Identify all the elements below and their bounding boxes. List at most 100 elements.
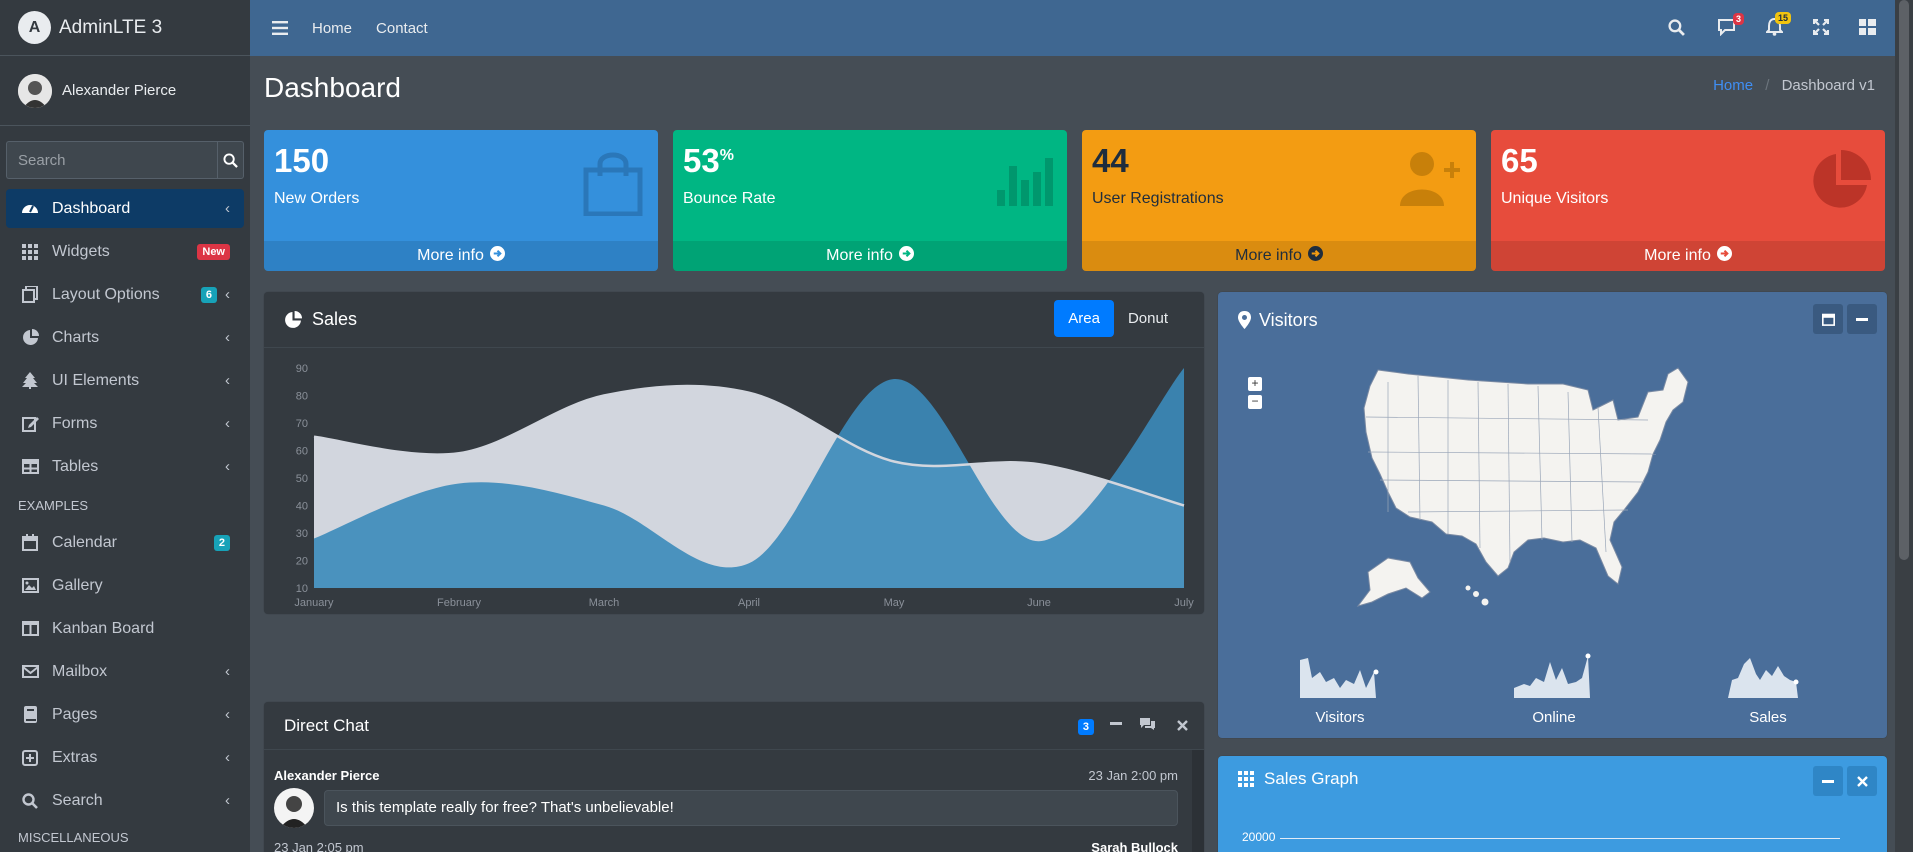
stat-value: 65 bbox=[1501, 142, 1538, 179]
stat-value: 44 bbox=[1092, 142, 1129, 179]
stat-label: Bounce Rate bbox=[683, 190, 776, 207]
nav-link-contact[interactable]: Contact bbox=[376, 20, 428, 37]
breadcrumb-current: Dashboard v1 bbox=[1781, 77, 1875, 94]
card-title: Sales Graph bbox=[1264, 769, 1359, 788]
more-info-link[interactable]: More info bbox=[264, 241, 658, 271]
stat-label: User Registrations bbox=[1092, 190, 1224, 207]
sidebar-item-layout-options[interactable]: Layout Options 6 ‹ bbox=[6, 275, 244, 314]
table-icon bbox=[21, 458, 39, 476]
count-badge: 2 bbox=[213, 534, 230, 551]
sidebar-item-search[interactable]: Search ‹ bbox=[6, 781, 244, 820]
arrow-circle-right-icon bbox=[1307, 246, 1323, 266]
chat-message-text: Is this template really for free? That's… bbox=[324, 790, 1178, 826]
user-panel[interactable]: Alexander Pierce bbox=[0, 56, 250, 126]
tab-donut[interactable]: Donut bbox=[1114, 300, 1182, 337]
sidebar-item-label: Mailbox bbox=[52, 662, 108, 680]
chevron-left-icon: ‹ bbox=[225, 458, 230, 475]
stat-value: 150 bbox=[274, 142, 330, 179]
chevron-left-icon: ‹ bbox=[225, 372, 230, 389]
more-info-link[interactable]: More info bbox=[673, 241, 1067, 271]
sales-area-chart: 10 20 30 40 50 60 70 80 90 January February March Ap… bbox=[294, 363, 1194, 609]
x-tick-label: May bbox=[884, 597, 905, 609]
sales-card: Sales Area Donut 10 20 30 40 50 60 70 80 90 Janua… bbox=[264, 292, 1204, 614]
direct-chat-header: Direct Chat 3 bbox=[264, 702, 1204, 750]
date-range-button[interactable] bbox=[1813, 304, 1843, 334]
user-name: Alexander Pierce bbox=[62, 82, 177, 99]
x-tick-label: July bbox=[1174, 597, 1194, 609]
card-title: Sales bbox=[312, 309, 358, 329]
sidebar-item-kanban-board[interactable]: Kanban Board bbox=[6, 609, 244, 648]
sidebar-search-input[interactable] bbox=[6, 141, 217, 179]
close-button[interactable] bbox=[1847, 766, 1877, 796]
breadcrumb-home-link[interactable]: Home bbox=[1713, 77, 1753, 94]
stat-box-user-registrations: 44 User Registrations More info bbox=[1082, 130, 1476, 271]
chevron-left-icon: ‹ bbox=[225, 706, 230, 723]
tab-area[interactable]: Area bbox=[1054, 300, 1114, 337]
collapse-button[interactable] bbox=[1110, 722, 1122, 725]
y-tick-label: 70 bbox=[296, 418, 308, 430]
sidebar-item-charts[interactable]: Charts ‹ bbox=[6, 318, 244, 357]
chevron-left-icon: ‹ bbox=[225, 415, 230, 432]
sidebar-item-extras[interactable]: Extras ‹ bbox=[6, 738, 244, 777]
sparkline-label: Sales bbox=[1749, 709, 1787, 726]
chevron-left-icon: ‹ bbox=[225, 792, 230, 809]
page-title: Dashboard bbox=[264, 72, 401, 103]
collapse-button[interactable] bbox=[1813, 766, 1843, 796]
sidebar-item-calendar[interactable]: Calendar 2 bbox=[6, 523, 244, 562]
sidebar-item-label: Extras bbox=[52, 748, 98, 766]
y-tick-label: 30 bbox=[296, 528, 308, 540]
stat-label: Unique Visitors bbox=[1501, 190, 1609, 207]
user-plus-icon bbox=[1400, 150, 1462, 211]
sidebar-item-forms[interactable]: Forms ‹ bbox=[6, 404, 244, 443]
sales-graph-header: Sales Graph bbox=[1218, 756, 1887, 802]
x-tick-label: March bbox=[589, 597, 620, 609]
stat-box-unique-visitors: 65 Unique Visitors More info bbox=[1491, 130, 1885, 271]
page-scrollbar[interactable] bbox=[1895, 0, 1913, 852]
sidebar-item-ui-elements[interactable]: UI Elements ‹ bbox=[6, 361, 244, 400]
sidebar-item-pages[interactable]: Pages ‹ bbox=[6, 695, 244, 734]
brand-link[interactable]: A AdminLTE 3 bbox=[0, 0, 250, 56]
book-icon bbox=[21, 706, 39, 724]
more-info-link[interactable]: More info bbox=[1491, 241, 1885, 271]
fullscreen-icon[interactable] bbox=[1812, 18, 1830, 40]
search-icon bbox=[21, 792, 39, 810]
navbar-search-icon[interactable] bbox=[1668, 19, 1685, 41]
arrow-circle-right-icon bbox=[489, 246, 505, 266]
sidebar-item-widgets[interactable]: Widgets New bbox=[6, 232, 244, 271]
y-tick-label: 80 bbox=[296, 391, 308, 403]
sidebar-item-dashboard[interactable]: Dashboard ‹ bbox=[6, 189, 244, 228]
map-marker-icon bbox=[1238, 311, 1251, 329]
sidebar-item-label: Tables bbox=[52, 457, 99, 475]
x-tick-label: January bbox=[294, 597, 334, 609]
sidebar-search-button[interactable] bbox=[217, 141, 244, 179]
sparkline-online bbox=[1514, 650, 1594, 698]
y-tick-label: 90 bbox=[296, 363, 308, 375]
copy-icon bbox=[21, 286, 39, 304]
calendar-icon bbox=[1821, 313, 1835, 326]
sidebar-item-gallery[interactable]: Gallery bbox=[6, 566, 244, 605]
notifications-icon[interactable]: 15 bbox=[1764, 12, 1791, 41]
menu-toggle-icon[interactable] bbox=[272, 21, 288, 35]
chat-scrollbar[interactable] bbox=[1192, 750, 1204, 852]
map-zoom-in-button[interactable]: + bbox=[1248, 377, 1262, 391]
top-navbar: Home Contact 3 15 bbox=[250, 0, 1895, 56]
more-info-link[interactable]: More info bbox=[1082, 241, 1476, 271]
messages-icon[interactable]: 3 bbox=[1717, 13, 1744, 41]
nav-link-home[interactable]: Home bbox=[312, 20, 352, 37]
sidebar-item-mailbox[interactable]: Mailbox ‹ bbox=[6, 652, 244, 691]
chat-sender-name: Alexander Pierce bbox=[274, 768, 380, 783]
map-zoom-out-button[interactable]: − bbox=[1248, 395, 1262, 409]
sidebar-item-tables[interactable]: Tables ‹ bbox=[6, 447, 244, 486]
control-sidebar-icon[interactable] bbox=[1859, 19, 1876, 40]
contacts-toggle-button[interactable] bbox=[1139, 717, 1156, 731]
sidebar-item-label: Forms bbox=[52, 414, 98, 432]
scrollbar-thumb[interactable] bbox=[1899, 0, 1909, 560]
stat-label: New Orders bbox=[274, 190, 360, 207]
close-button[interactable] bbox=[1177, 720, 1188, 731]
sidebar-item-label: Search bbox=[52, 791, 103, 809]
x-tick-label: June bbox=[1027, 597, 1051, 609]
collapse-button[interactable] bbox=[1847, 304, 1877, 334]
sparkline-label: Visitors bbox=[1315, 709, 1365, 726]
new-messages-badge: 3 bbox=[1077, 719, 1094, 735]
usa-map bbox=[1356, 367, 1689, 607]
